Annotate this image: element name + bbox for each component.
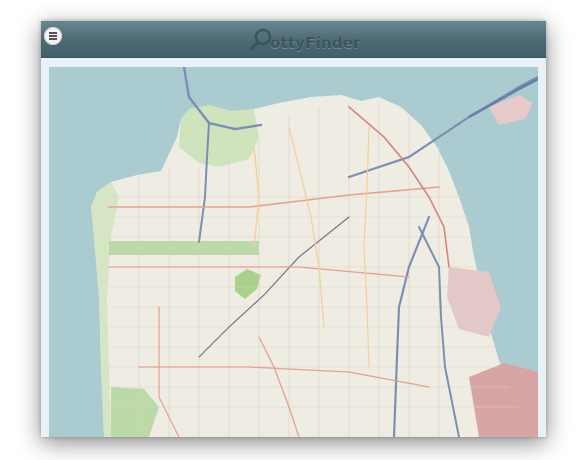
title-bar: ottyFinder <box>41 21 546 58</box>
menu-icon <box>49 32 57 40</box>
app-logo: ottyFinder <box>248 25 361 53</box>
map-canvas[interactable] <box>49 67 538 437</box>
industrial-area-south <box>469 363 538 437</box>
golden-gate-park <box>109 241 259 255</box>
menu-button[interactable] <box>44 27 62 45</box>
app-logo-text: ottyFinder <box>270 34 361 52</box>
map-view[interactable] <box>49 67 538 437</box>
app-window: ottyFinder <box>41 21 546 437</box>
